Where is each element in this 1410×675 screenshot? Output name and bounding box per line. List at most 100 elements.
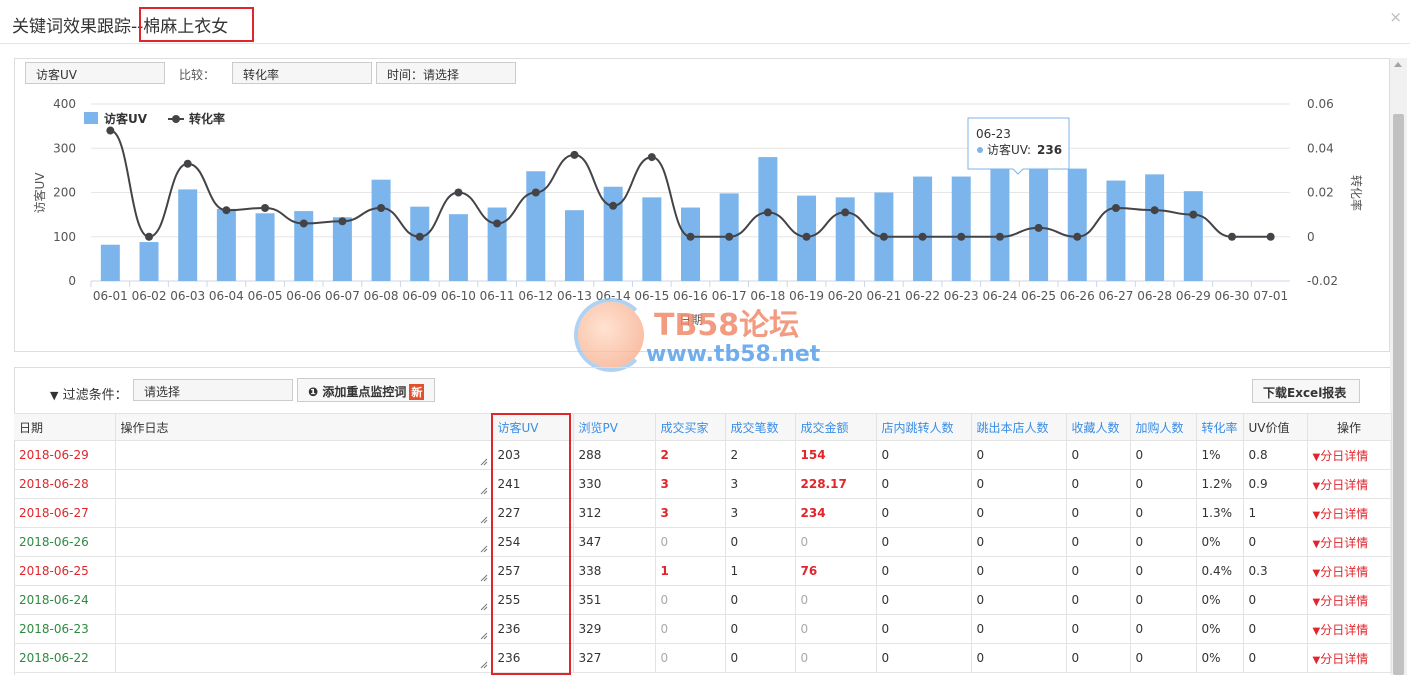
row-out: 0 — [971, 527, 1067, 557]
row-cart: 0 — [1130, 498, 1197, 528]
uv-bar — [1183, 191, 1203, 281]
conversion-point — [338, 217, 347, 226]
conversion-point — [261, 203, 270, 212]
row-operation-log[interactable] — [115, 556, 493, 586]
header-uv[interactable]: 访客UV — [492, 413, 574, 441]
detail-link-label[interactable]: 分日详情 — [1320, 536, 1368, 550]
filter-select[interactable]: 请选择 — [133, 379, 293, 401]
row-cvr: 0% — [1196, 585, 1244, 615]
scrollbar-thumb[interactable] — [1393, 114, 1404, 675]
row-operation-log[interactable] — [115, 469, 493, 499]
header-cvr[interactable]: 转化率 — [1196, 413, 1244, 441]
textarea-resize-icon[interactable] — [480, 574, 488, 582]
row-cvr: 1% — [1196, 440, 1244, 470]
detail-link-label[interactable]: 分日详情 — [1320, 449, 1368, 463]
uv-bar — [448, 214, 468, 281]
y-axis-title: 访客UV — [32, 172, 47, 214]
textarea-resize-icon[interactable] — [480, 545, 488, 553]
textarea-resize-icon[interactable] — [480, 603, 488, 611]
textarea-resize-icon[interactable] — [480, 661, 488, 669]
row-detail-link[interactable]: ▼分日详情 — [1307, 585, 1392, 615]
row-fav: 0 — [1066, 469, 1131, 499]
detail-link-label[interactable]: 分日详情 — [1320, 478, 1368, 492]
textarea-resize-icon[interactable] — [480, 516, 488, 524]
header-orders[interactable]: 成交笔数 — [725, 413, 796, 441]
x-tick-label: 06-25 — [1021, 289, 1056, 303]
row-detail-link[interactable]: ▼分日详情 — [1307, 556, 1392, 586]
conversion-point — [1034, 223, 1043, 232]
textarea-resize-icon[interactable] — [480, 458, 488, 466]
row-uv: 227 — [492, 498, 574, 528]
row-operation-log[interactable] — [115, 614, 493, 644]
row-operation-log[interactable] — [115, 527, 493, 557]
row-operation-log[interactable] — [115, 585, 493, 615]
row-orders: 3 — [725, 469, 796, 499]
row-detail-link[interactable]: ▼分日详情 — [1307, 498, 1392, 528]
close-icon[interactable]: × — [1389, 8, 1402, 26]
header-out[interactable]: 跳出本店人数 — [971, 413, 1067, 441]
row-detail-link[interactable]: ▼分日详情 — [1307, 643, 1392, 673]
row-buyers: 0 — [655, 585, 726, 615]
detail-link-label[interactable]: 分日详情 — [1320, 652, 1368, 666]
row-jump: 0 — [876, 614, 972, 644]
x-tick-label: 06-10 — [441, 289, 476, 303]
textarea-resize-icon[interactable] — [480, 487, 488, 495]
header-jump[interactable]: 店内跳转人数 — [876, 413, 972, 441]
row-detail-link[interactable]: ▼分日详情 — [1307, 440, 1392, 470]
y2-tick-label: 0.04 — [1307, 141, 1334, 155]
table-row: 2018-06-25 257 338 1 1 76 0 0 0 0 0.4% 0.3 ▼分日详情 — [14, 556, 1392, 586]
legend-cvr-label: 转化率 — [189, 111, 225, 126]
table-row: 2018-06-22 236 327 0 0 0 0 0 0 0 0% 0 ▼分日详情 — [14, 643, 1392, 673]
row-operation-log[interactable] — [115, 440, 493, 470]
row-operation-log[interactable] — [115, 643, 493, 673]
add-monitor-keyword-button[interactable]: ❶ 添加重点监控词新 — [297, 378, 436, 402]
row-detail-link[interactable]: ▼分日详情 — [1307, 527, 1392, 557]
vertical-scrollbar[interactable] — [1390, 58, 1407, 675]
row-amount: 234 — [795, 498, 877, 528]
table-row: 2018-06-23 236 329 0 0 0 0 0 0 0 0% 0 ▼分日详情 — [14, 614, 1392, 644]
x-tick-label: 06-28 — [1137, 289, 1172, 303]
row-operation-log[interactable] — [115, 498, 493, 528]
detail-link-label[interactable]: 分日详情 — [1320, 623, 1368, 637]
uv-bar — [100, 244, 120, 281]
x-tick-label: 06-30 — [1215, 289, 1250, 303]
header-fav[interactable]: 收藏人数 — [1066, 413, 1131, 441]
x-tick-label: 06-04 — [209, 289, 244, 303]
conversion-point — [1266, 232, 1275, 241]
header-amount[interactable]: 成交金额 — [795, 413, 877, 441]
row-cart: 0 — [1130, 614, 1197, 644]
row-pv: 288 — [573, 440, 656, 470]
filter-label-text: 过滤条件： — [62, 388, 128, 403]
detail-link-label[interactable]: 分日详情 — [1320, 594, 1368, 608]
detail-link-label[interactable]: 分日详情 — [1320, 507, 1368, 521]
row-uv: 257 — [492, 556, 574, 586]
x-tick-label: 06-11 — [480, 289, 515, 303]
uv-bar — [487, 207, 507, 281]
conversion-point — [763, 208, 772, 217]
row-fav: 0 — [1066, 556, 1131, 586]
header-buyers[interactable]: 成交买家 — [655, 413, 726, 441]
uv-bar — [1106, 180, 1126, 281]
row-amount: 154 — [795, 440, 877, 470]
row-pv: 347 — [573, 527, 656, 557]
row-jump: 0 — [876, 527, 972, 557]
textarea-resize-icon[interactable] — [480, 632, 488, 640]
row-cart: 0 — [1130, 440, 1197, 470]
tooltip-marker — [977, 147, 983, 153]
x-tick-label: 06-27 — [1099, 289, 1134, 303]
filter-icon: ▼ — [50, 389, 59, 402]
conversion-point — [531, 188, 540, 197]
download-excel-button[interactable]: 下载Excel报表 — [1252, 379, 1360, 403]
row-jump: 0 — [876, 556, 972, 586]
row-buyers: 3 — [655, 469, 726, 499]
row-detail-link[interactable]: ▼分日详情 — [1307, 469, 1392, 499]
scroll-up-arrow-icon[interactable] — [1394, 62, 1402, 67]
header-pv[interactable]: 浏览PV — [573, 413, 656, 441]
row-detail-link[interactable]: ▼分日详情 — [1307, 614, 1392, 644]
row-pv: 329 — [573, 614, 656, 644]
detail-link-label[interactable]: 分日详情 — [1320, 565, 1368, 579]
row-uv: 236 — [492, 643, 574, 673]
uv-bar — [564, 210, 584, 281]
row-orders: 3 — [725, 498, 796, 528]
header-cart[interactable]: 加购人数 — [1130, 413, 1197, 441]
